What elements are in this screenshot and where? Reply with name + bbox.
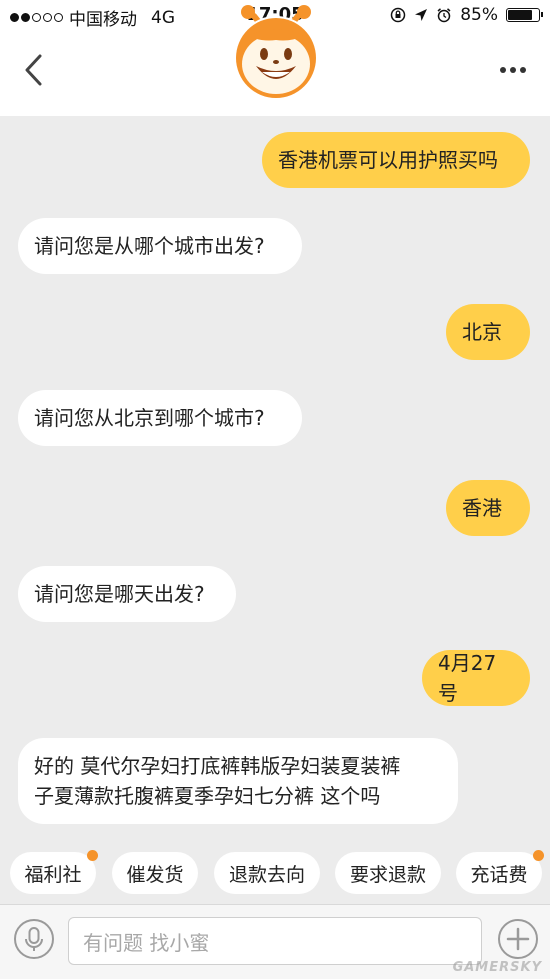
quick-reply-label: 要求退款 — [349, 863, 426, 886]
input-placeholder: 有问题 找小蜜 — [83, 930, 210, 955]
message-sent: 香港机票可以用护照买吗 — [262, 132, 530, 188]
message-input[interactable]: 有问题 找小蜜 — [68, 917, 482, 965]
message-text: 香港机票可以用护照买吗 — [278, 148, 498, 172]
chevron-left-icon — [25, 54, 42, 86]
message-received: 请问您从北京到哪个城市? — [18, 390, 302, 446]
message-text: 请问您从北京到哪个城市? — [34, 406, 265, 430]
orientation-lock-icon — [390, 7, 406, 23]
more-dots-icon — [500, 67, 506, 73]
message-received: 好的 莫代尔孕妇打底裤韩版孕妇装夏装裤 子夏薄款托腹裤夏季孕妇七分裤 这个吗 — [18, 738, 458, 824]
message-text: 请问您是哪天出发? — [34, 582, 205, 606]
message-text: 请问您是从哪个城市出发? — [34, 234, 265, 258]
notification-dot — [87, 850, 98, 861]
quick-reply-label: 退款去向 — [228, 863, 305, 886]
message-received: 请问您是哪天出发? — [18, 566, 236, 622]
quick-reply-refund-status[interactable]: 退款去向 — [214, 852, 320, 894]
chat-messages[interactable]: 香港机票可以用护照买吗 请问您是从哪个城市出发? 北京 请问您从北京到哪个城市?… — [0, 116, 550, 844]
message-received: 请问您是从哪个城市出发? — [18, 218, 302, 274]
notification-dot — [533, 850, 544, 861]
message-text-line: 好的 莫代尔孕妇打底裤韩版孕妇装夏装裤 — [34, 754, 401, 778]
back-button[interactable] — [16, 50, 56, 90]
quick-reply-welfare[interactable]: 福利社 — [10, 850, 98, 894]
more-actions-button[interactable] — [498, 919, 538, 959]
input-bar: 有问题 找小蜜 GAMERSKY — [0, 904, 550, 979]
assistant-mascot-avatar — [234, 5, 318, 100]
battery-percent: 85% — [460, 5, 498, 25]
location-arrow-icon — [415, 9, 428, 21]
message-text: 香港 — [462, 496, 502, 520]
more-options-button[interactable] — [496, 58, 530, 82]
plus-icon — [506, 927, 530, 951]
watermark-logo: GAMERSKY — [452, 960, 542, 975]
battery-icon — [506, 8, 543, 22]
quick-reply-request-refund[interactable]: 要求退款 — [335, 852, 441, 894]
message-sent: 4月27号 — [422, 650, 530, 706]
message-sent: 北京 — [446, 304, 530, 360]
message-text: 北京 — [462, 320, 502, 344]
status-right: 85% — [390, 5, 543, 25]
message-sent: 香港 — [446, 480, 530, 536]
quick-reply-phone-topup[interactable]: 充话费 — [456, 850, 544, 894]
quick-reply-urge-shipping[interactable]: 催发货 — [112, 852, 198, 894]
microphone-icon — [25, 927, 43, 951]
quick-reply-label: 催发货 — [126, 863, 184, 886]
alarm-clock-icon — [437, 8, 451, 23]
message-text-line: 子夏薄款托腹裤夏季孕妇七分裤 这个吗 — [34, 784, 381, 808]
voice-input-button[interactable] — [14, 919, 54, 959]
message-text: 4月27号 — [438, 651, 497, 705]
quick-reply-bar: 福利社 催发货 退款去向 要求退款 充话费 — [0, 846, 550, 902]
quick-reply-label: 福利社 — [24, 863, 82, 886]
quick-reply-label: 充话费 — [470, 863, 528, 886]
